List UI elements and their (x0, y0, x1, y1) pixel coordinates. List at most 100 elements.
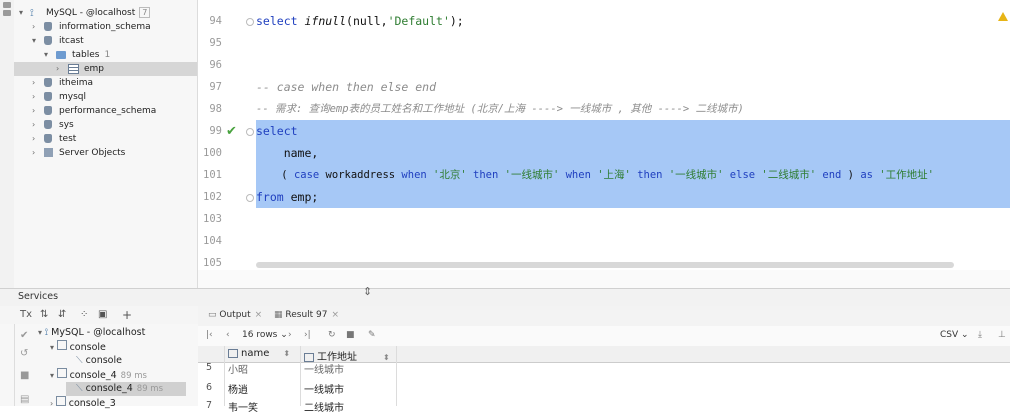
tree-schema[interactable]: › performance_schema (14, 104, 197, 118)
services-root[interactable]: ▾ ⟟ MySQL - @localhost (38, 326, 196, 340)
column-header-name[interactable]: name ⬍ (228, 348, 290, 359)
count-badge: 7 (139, 7, 151, 18)
row-number: 6 (206, 382, 213, 393)
sort-icon[interactable]: ⬍ (283, 349, 290, 358)
expand-all-icon[interactable]: ⇅ (40, 309, 48, 320)
folder-icon (56, 51, 66, 59)
line-number: 99 (209, 125, 222, 137)
output-icon: ▭ (208, 310, 220, 320)
schema-label: sys (59, 120, 74, 130)
fold-marker-icon[interactable] (246, 194, 254, 202)
tab-output[interactable]: ▭ Output × (208, 310, 262, 320)
duration-label: 89 ms (120, 371, 147, 381)
rows-count[interactable]: 16 rows ⌄ (242, 330, 288, 340)
tree-table-emp[interactable]: › emp (14, 62, 197, 76)
services-toolbar: Tx ⇅ ⇵ ⁘ ▣ + (0, 306, 198, 324)
pin-icon[interactable]: ✎ (368, 330, 376, 340)
compare-icon[interactable]: ⊥ (998, 330, 1006, 340)
line-number: 100 (203, 147, 222, 159)
stop-icon[interactable]: ■ (20, 370, 29, 381)
cell-address[interactable]: 一线城市 (304, 361, 344, 376)
group-icon[interactable]: ⁘ (80, 309, 88, 320)
chevron-right-icon[interactable]: › (32, 90, 35, 104)
result-toolbar: |‹ ‹ 16 rows ⌄ › ›| ↻ ■ ✎ CSV ⌄ ⤓ ⊥ (198, 326, 1010, 347)
rollback-icon[interactable]: ↺ (20, 348, 28, 359)
previous-page-icon[interactable]: ‹ (226, 330, 230, 340)
close-icon[interactable]: × (255, 310, 263, 320)
commit-icon[interactable]: ✔ (20, 330, 28, 341)
add-icon[interactable]: + (122, 308, 132, 322)
services-console-group[interactable]: ▾ console (50, 340, 196, 354)
stop-icon[interactable]: ■ (346, 330, 355, 340)
tree-server-objects[interactable]: › Server Objects (14, 146, 197, 160)
tab-result-97[interactable]: ▦ Result 97 × (274, 310, 339, 320)
services-console4-group[interactable]: ▾ console_4 89 ms (50, 368, 196, 382)
transaction-icon[interactable]: Tx (20, 309, 32, 320)
horizontal-scrollbar[interactable] (256, 262, 954, 268)
tree-schema[interactable]: › test (14, 132, 197, 146)
cell-address[interactable]: 一线城市 (304, 381, 344, 396)
folder-label: tables 1 (72, 50, 111, 60)
line-number: 105 (203, 257, 222, 269)
cell-name[interactable]: 杨逍 (228, 381, 248, 396)
layout-icon[interactable]: ▤ (20, 394, 29, 405)
code-line-97: -- case when then else end (256, 80, 437, 94)
collapse-all-icon[interactable]: ⇵ (58, 309, 66, 320)
cell-name[interactable]: 韦一笑 (228, 399, 258, 414)
chevron-right-icon[interactable]: › (56, 62, 59, 76)
chevron-right-icon[interactable]: › (32, 104, 35, 118)
line-number: 101 (203, 169, 222, 181)
warning-icon[interactable] (998, 12, 1008, 21)
column-separator (396, 346, 397, 406)
console-label: console (69, 342, 106, 353)
services-console-item[interactable]: ⟍ console (76, 354, 196, 368)
console-icon (55, 396, 66, 406)
column-icon (228, 348, 238, 358)
layout-icon[interactable]: ▣ (98, 309, 107, 320)
line-number: 98 (209, 103, 222, 115)
drag-handle-icon[interactable]: ⇕ (363, 285, 372, 298)
strip-icon[interactable] (3, 2, 11, 8)
result-tabs: ▭ Output × ▦ Result 97 × (198, 306, 1010, 327)
strip-icon[interactable] (3, 10, 11, 16)
tree-schema[interactable]: › itheima (14, 76, 197, 90)
chevron-down-icon[interactable]: ▾ (19, 6, 23, 20)
chevron-right-icon[interactable]: › (32, 132, 35, 146)
download-icon[interactable]: ⤓ (978, 330, 982, 340)
table-label: emp (84, 64, 105, 74)
close-icon[interactable]: × (332, 310, 340, 320)
divider (14, 324, 15, 406)
next-page-icon[interactable]: › (288, 330, 292, 340)
database-icon (44, 22, 52, 31)
services-console3-group[interactable]: › console_3 (50, 396, 196, 410)
cell-name[interactable]: 小昭 (228, 361, 248, 376)
tree-schema[interactable]: ▾ itcast (14, 34, 197, 48)
chevron-down-icon[interactable]: ▾ (44, 48, 48, 62)
tree-schema[interactable]: › information_schema (14, 20, 197, 34)
chevron-right-icon[interactable]: › (32, 76, 35, 90)
chevron-right-icon[interactable]: › (32, 118, 35, 132)
chevron-right-icon[interactable]: › (32, 146, 35, 160)
tree-schema[interactable]: › sys (14, 118, 197, 132)
chevron-down-icon[interactable]: ▾ (32, 34, 36, 48)
chevron-right-icon[interactable]: › (32, 20, 35, 34)
cell-address[interactable]: 二线城市 (304, 399, 344, 414)
services-console4-item[interactable]: ⟍ console_4 89 ms (66, 382, 186, 396)
fold-marker-icon[interactable] (246, 128, 254, 136)
refresh-icon[interactable]: ↻ (328, 330, 336, 340)
line-number: 103 (203, 213, 222, 225)
last-page-icon[interactable]: ›| (304, 330, 311, 340)
tree-schema[interactable]: › mysql (14, 90, 197, 104)
sort-icon[interactable]: ⬍ (383, 353, 390, 362)
column-separator (300, 346, 301, 406)
tree-connection[interactable]: ▾ ⟟ MySQL - @localhost 7 (14, 6, 197, 20)
fold-marker-icon[interactable] (246, 18, 254, 26)
database-icon (44, 120, 52, 129)
database-icon (44, 36, 52, 45)
export-format-select[interactable]: CSV ⌄ (940, 330, 969, 340)
tree-tables-folder[interactable]: ▾ tables 1 (14, 48, 197, 62)
first-page-icon[interactable]: |‹ (206, 330, 213, 340)
console-label: console_3 (68, 398, 116, 409)
left-tool-strip (0, 0, 15, 290)
console-icon: ⟍ (76, 355, 86, 366)
